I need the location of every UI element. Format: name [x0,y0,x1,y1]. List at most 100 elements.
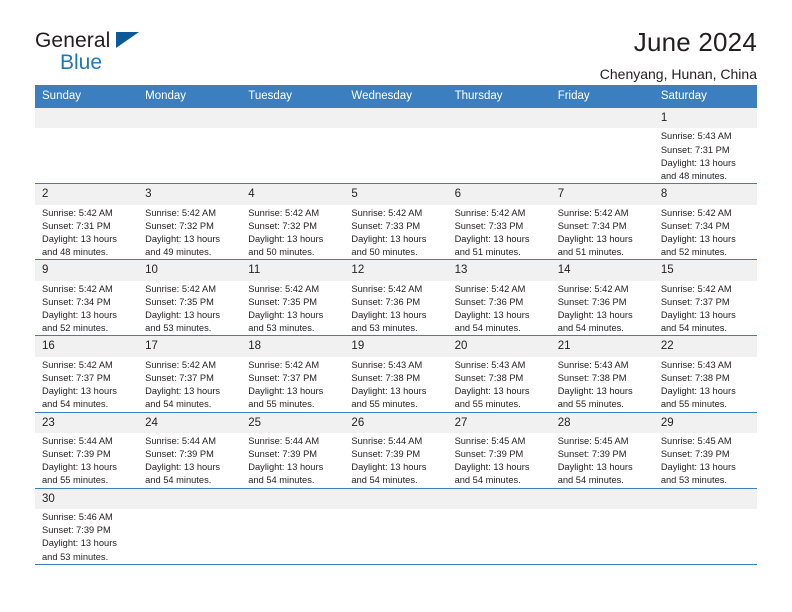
calendar-day-cell[interactable]: 2 Sunrise: 5:42 AM Sunset: 7:31 PM Daylight… [35,183,139,260]
title-block: June 2024 Chenyang, Hunan, China [600,27,757,82]
sun-info-line: Sunrise: 5:42 AM [557,207,629,218]
day-number [35,108,139,129]
calendar-day-cell[interactable]: 23 Sunrise: 5:44 AM Sunset: 7:39 PM Dayligh… [35,411,139,489]
day-number: 9 [35,260,139,281]
sun-info-line: Daylight: 13 hours [557,233,633,244]
sun-info-line: and 54 minutes. [42,399,109,410]
calendar-day-cell[interactable]: 8 Sunrise: 5:42 AM Sunset: 7:34 PM Daylight… [653,183,757,260]
sun-info: Sunrise: 5:42 AM Sunset: 7:34 PM Daylight:… [35,281,138,336]
sun-info-line: Sunrise: 5:43 AM [557,359,629,370]
sun-info-line: Sunset: 7:34 PM [557,220,627,231]
day-number: 25 [241,412,345,433]
sun-info-line: Sunset: 7:38 PM [557,372,627,383]
calendar-day-cell[interactable]: 10 Sunrise: 5:42 AM Sunset: 7:35 PM Dayligh… [138,259,242,336]
calendar-day-cell[interactable]: 18 Sunrise: 5:42 AM Sunset: 7:37 PM Dayligh… [241,335,345,412]
calendar-day-cell[interactable]: 21 Sunrise: 5:43 AM Sunset: 7:38 PM Dayligh… [550,335,654,412]
calendar-day-cell[interactable]: 12 Sunrise: 5:42 AM Sunset: 7:36 PM Dayligh… [344,259,448,336]
sun-info-line: Sunrise: 5:42 AM [145,359,216,370]
calendar-day-cell[interactable]: 3 Sunrise: 5:42 AM Sunset: 7:32 PM Daylight… [138,183,242,260]
sun-info-line: Sunset: 7:39 PM [145,449,214,460]
calendar-day-cell[interactable]: 11 Sunrise: 5:42 AM Sunset: 7:35 PM Dayligh… [241,259,345,336]
calendar-table: Sunday Monday Tuesday Wednesday Thursday Frid… [35,85,757,565]
sun-info-line: and 54 minutes. [145,475,212,486]
day-number: 17 [138,336,242,357]
sun-info-line: Sunset: 7:37 PM [660,296,730,307]
calendar-day-cell[interactable]: 4 Sunrise: 5:42 AM Sunset: 7:32 PM Daylight… [241,183,345,260]
sun-info-line: and 54 minutes. [145,399,212,410]
calendar-week-row: 16 Sunrise: 5:42 AM Sunset: 7:37 PM Dayligh… [35,335,757,412]
calendar-day-cell[interactable]: 20 Sunrise: 5:43 AM Sunset: 7:38 PM Dayligh… [447,335,551,412]
sun-info-line: Sunset: 7:38 PM [454,372,524,383]
sun-info-line: Sunset: 7:39 PM [454,449,524,460]
day-number [344,108,448,129]
calendar-day-cell[interactable]: 1 Sunrise: 5:43 AM Sunset: 7:31 PM Daylight… [653,106,757,184]
weekday-header-monday: Monday [138,85,242,108]
sun-info-line: Daylight: 13 hours [557,310,633,320]
day-number: 16 [35,336,139,357]
sun-info-line: Sunset: 7:39 PM [42,525,111,536]
calendar-day-cell[interactable]: 29 Sunrise: 5:45 AM Sunset: 7:39 PM Dayligh… [653,411,757,489]
calendar-day-cell[interactable]: 22 Sunrise: 5:43 AM Sunset: 7:38 PM Dayligh… [653,335,757,412]
calendar-day-cell[interactable]: 5 Sunrise: 5:42 AM Sunset: 7:33 PM Daylight… [344,183,448,260]
sun-info: Sunrise: 5:43 AM Sunset: 7:38 PM Daylight:… [654,357,757,412]
calendar-day-cell[interactable]: 13 Sunrise: 5:42 AM Sunset: 7:36 PM Dayligh… [447,259,551,336]
sun-info-line: Daylight: 13 hours [660,157,736,168]
sun-info-line: Sunset: 7:36 PM [454,296,524,307]
calendar-header-row: Sunday Monday Tuesday Wednesday Thursday Frid… [35,85,757,108]
calendar-day-cell[interactable]: 17 Sunrise: 5:42 AM Sunset: 7:37 PM Dayligh… [138,335,242,412]
sun-info-line: Daylight: 13 hours [42,310,117,320]
sun-info-line: Sunrise: 5:45 AM [557,435,629,446]
calendar-day-cell[interactable]: 28 Sunrise: 5:45 AM Sunset: 7:39 PM Dayligh… [550,411,654,489]
day-number: 26 [344,412,448,433]
sun-info-line: and 48 minutes. [42,247,109,258]
sun-info-line: Daylight: 13 hours [454,462,530,473]
day-number [241,488,345,509]
sun-info-line: and 55 minutes. [557,399,624,410]
sun-info-line: and 55 minutes. [351,399,418,410]
sun-info-line: Sunrise: 5:45 AM [660,435,732,446]
sun-info-line: Daylight: 13 hours [454,310,530,320]
day-number: 11 [241,260,345,281]
sun-info-line: Sunset: 7:37 PM [248,372,318,383]
page-title: June 2024 [633,27,757,57]
calendar-day-cell[interactable]: 16 Sunrise: 5:42 AM Sunset: 7:37 PM Dayligh… [35,335,139,412]
calendar-week-row: 30 Sunrise: 5:46 AM Sunset: 7:39 PM Dayligh… [35,487,757,565]
calendar-week-row: 2 Sunrise: 5:42 AM Sunset: 7:31 PM Daylight… [35,183,757,260]
calendar-day-cell[interactable]: 7 Sunrise: 5:42 AM Sunset: 7:34 PM Daylight… [550,183,654,260]
calendar-day-cell[interactable]: 9 Sunrise: 5:42 AM Sunset: 7:34 PM Daylight… [35,259,139,336]
sun-info-line: Sunrise: 5:42 AM [248,359,320,370]
calendar-day-cell[interactable]: 30 Sunrise: 5:46 AM Sunset: 7:39 PM Dayligh… [35,487,139,565]
general-blue-logo[interactable]: General Blue [35,28,185,76]
sun-info-line: and 55 minutes. [454,399,521,410]
weekday-header-row: Sunday Monday Tuesday Wednesday Thursday Frid… [35,85,757,108]
calendar-day-cell-empty [447,487,551,565]
sun-info-line: Sunrise: 5:43 AM [351,359,423,370]
sun-info-line: Daylight: 13 hours [557,462,633,473]
sun-info-line: and 54 minutes. [454,323,521,334]
sun-info-line: Daylight: 13 hours [42,233,117,244]
calendar-day-cell[interactable]: 26 Sunrise: 5:44 AM Sunset: 7:39 PM Dayligh… [344,411,448,489]
calendar-day-cell[interactable]: 14 Sunrise: 5:42 AM Sunset: 7:36 PM Dayligh… [550,259,654,336]
sun-info-line: Daylight: 13 hours [145,233,221,244]
sun-info: Sunrise: 5:42 AM Sunset: 7:37 PM Daylight:… [138,357,241,412]
calendar-day-cell[interactable]: 25 Sunrise: 5:44 AM Sunset: 7:39 PM Dayligh… [241,411,345,489]
sun-info-line: Sunset: 7:36 PM [351,296,421,307]
day-number [550,488,654,509]
day-number: 27 [447,412,551,433]
day-number: 21 [550,336,654,357]
calendar-day-cell-empty [344,106,448,184]
day-number [138,488,242,509]
sun-info-line: Daylight: 13 hours [660,462,736,473]
sun-info-line: Sunrise: 5:42 AM [454,283,526,294]
calendar-day-cell[interactable]: 24 Sunrise: 5:44 AM Sunset: 7:39 PM Dayligh… [138,411,242,489]
calendar-day-cell[interactable]: 27 Sunrise: 5:45 AM Sunset: 7:39 PM Dayligh… [447,411,551,489]
sun-info-line: and 51 minutes. [454,247,521,258]
sun-info-line: Sunrise: 5:44 AM [42,435,113,446]
sun-info-line: and 54 minutes. [557,475,624,486]
sun-info-line: Sunset: 7:35 PM [248,296,318,307]
sun-info: Sunrise: 5:43 AM Sunset: 7:38 PM Daylight:… [344,357,447,412]
sun-info-line: and 53 minutes. [248,323,315,334]
calendar-day-cell[interactable]: 6 Sunrise: 5:42 AM Sunset: 7:33 PM Daylight… [447,183,551,260]
calendar-day-cell[interactable]: 19 Sunrise: 5:43 AM Sunset: 7:38 PM Dayligh… [344,335,448,412]
calendar-day-cell[interactable]: 15 Sunrise: 5:42 AM Sunset: 7:37 PM Dayligh… [653,259,757,336]
